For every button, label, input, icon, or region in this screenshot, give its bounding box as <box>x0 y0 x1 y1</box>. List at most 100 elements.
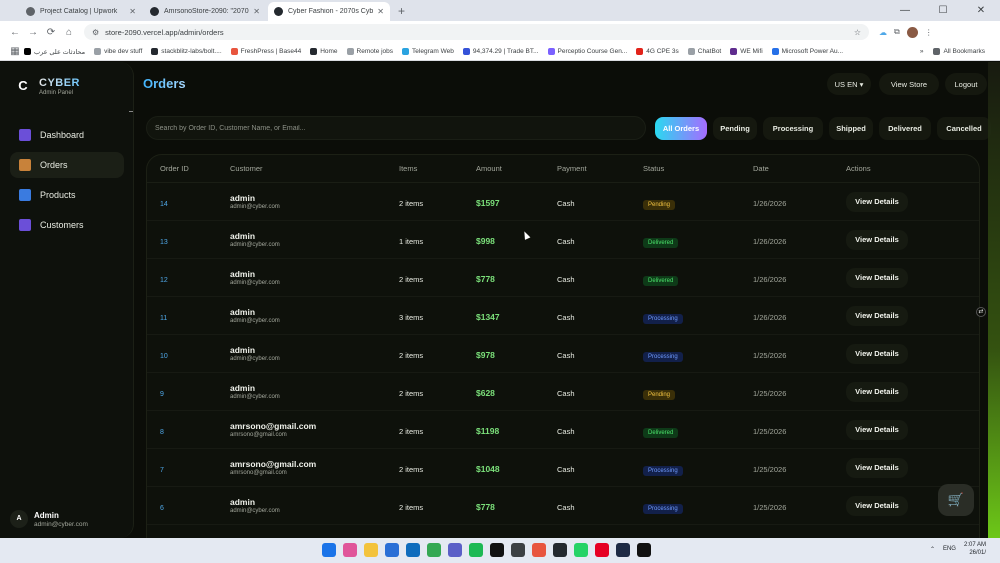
column-header[interactable]: Actions <box>846 164 966 173</box>
copilot-icon[interactable] <box>343 543 357 557</box>
view-details-button[interactable]: View Details <box>846 381 908 402</box>
brand[interactable]: C CYBER Admin Panel <box>13 76 80 96</box>
puzzle-extension-icon[interactable]: ⧉ <box>894 27 900 37</box>
filter-all-orders[interactable]: All Orders <box>655 117 707 140</box>
bookmark-item[interactable]: Telegram Web <box>402 48 454 55</box>
view-details-button[interactable]: View Details <box>846 495 908 516</box>
maximize-button[interactable]: ☐ <box>924 0 962 21</box>
bookmark-item[interactable]: Remote jobs <box>346 48 393 55</box>
view-details-button[interactable]: View Details <box>846 457 908 478</box>
order-id[interactable]: 14 <box>160 201 168 208</box>
column-header[interactable]: Status <box>643 164 753 173</box>
view-details-button[interactable]: View Details <box>846 191 908 212</box>
address-bar[interactable]: ⚙ store-2090.vercel.app/admin/orders ☆ <box>84 24 869 40</box>
bookmark-item[interactable]: Microsoft Power Au... <box>771 48 843 55</box>
filter-pending[interactable]: Pending <box>713 117 757 140</box>
outlook-icon[interactable] <box>406 543 420 557</box>
search-input[interactable] <box>155 124 645 132</box>
bookmark-item[interactable]: ChatBot <box>687 48 721 55</box>
filter-delivered[interactable]: Delivered <box>879 117 931 140</box>
tab-close-icon[interactable]: ✕ <box>253 7 260 16</box>
file-explorer-icon[interactable] <box>364 543 378 557</box>
order-id[interactable]: 7 <box>160 467 164 474</box>
pinterest-icon[interactable] <box>595 543 609 557</box>
sidebar-collapse-handle[interactable] <box>129 111 133 112</box>
browser-tab[interactable]: AmrsonoStore-2090: "2070s F ✕ <box>144 2 266 21</box>
back-icon[interactable]: ← <box>6 27 24 38</box>
column-header[interactable]: Customer <box>230 164 399 173</box>
github-icon[interactable] <box>553 543 567 557</box>
order-id[interactable]: 10 <box>160 353 168 360</box>
side-panel-handle-icon[interactable]: ⇄ <box>976 307 986 317</box>
language-indicator[interactable]: ENG <box>943 546 956 552</box>
view-details-button[interactable]: View Details <box>846 267 908 288</box>
scrollbar-track[interactable] <box>988 62 1000 538</box>
tiktok-icon[interactable] <box>637 543 651 557</box>
sidebar-item-orders[interactable]: Orders <box>10 152 124 178</box>
order-id[interactable]: 12 <box>160 277 168 284</box>
all-bookmarks-button[interactable]: All Bookmarks <box>933 48 985 55</box>
order-id[interactable]: 13 <box>160 239 168 246</box>
bookmark-item[interactable]: 4G CPE 3s <box>636 48 679 55</box>
close-window-button[interactable]: ✕ <box>962 0 1000 21</box>
profile-avatar[interactable] <box>906 26 918 38</box>
filter-shipped[interactable]: Shipped <box>829 117 873 140</box>
column-header[interactable]: Items <box>399 164 476 173</box>
sidebar-item-products[interactable]: Products <box>10 182 124 208</box>
column-header[interactable]: Payment <box>557 164 643 173</box>
tab-close-icon[interactable]: ✕ <box>129 7 136 16</box>
chrome-icon[interactable] <box>427 543 441 557</box>
column-header[interactable]: Amount <box>476 164 557 173</box>
home-icon[interactable]: ⌂ <box>60 27 78 38</box>
bookmark-item[interactable]: FreshPress | Base44 <box>230 48 301 55</box>
browser-tab[interactable]: Project Catalog | Upwork ✕ <box>20 2 142 21</box>
bookmark-item[interactable]: vibe dev stuff <box>94 48 142 55</box>
filter-cancelled[interactable]: Cancelled <box>937 117 991 140</box>
minimize-button[interactable]: — <box>886 0 924 21</box>
order-id[interactable]: 6 <box>160 505 164 512</box>
cart-button[interactable]: 🛒 <box>938 484 974 516</box>
cloud-extension-icon[interactable]: ☁ <box>879 28 887 37</box>
whatsapp-icon[interactable] <box>574 543 588 557</box>
user-profile[interactable]: A Admin admin@cyber.com <box>10 510 88 528</box>
view-details-button[interactable]: View Details <box>846 419 908 440</box>
windows-start-icon[interactable] <box>322 543 336 557</box>
view-details-button[interactable]: View Details <box>846 229 908 250</box>
forward-icon[interactable]: → <box>24 27 42 38</box>
site-info-icon[interactable]: ⚙ <box>92 28 99 37</box>
view-details-button[interactable]: View Details <box>846 343 908 364</box>
logout-button[interactable]: Logout <box>945 73 987 95</box>
teams-icon[interactable] <box>448 543 462 557</box>
new-tab-button[interactable]: + <box>392 2 411 21</box>
translate-icon[interactable] <box>511 543 525 557</box>
browser-tab[interactable]: Cyber Fashion - 2070s Cyberp✕ <box>268 2 390 21</box>
bookmark-item[interactable]: Home <box>310 48 338 55</box>
language-selector[interactable]: US EN ▾ <box>827 73 871 95</box>
bookmark-item[interactable]: Perceptio Course Gen... <box>547 48 627 55</box>
column-header[interactable]: Date <box>753 164 846 173</box>
terminal-icon[interactable] <box>616 543 630 557</box>
order-id[interactable]: 11 <box>160 315 167 322</box>
filter-processing[interactable]: Processing <box>763 117 823 140</box>
sidebar-item-customers[interactable]: Customers <box>10 212 124 238</box>
app-icon[interactable] <box>385 543 399 557</box>
sidebar-item-dashboard[interactable]: Dashboard <box>10 122 124 148</box>
reload-icon[interactable]: ⟳ <box>42 27 60 38</box>
tray-chevron-icon[interactable]: ⌃ <box>930 546 935 553</box>
bookmarks-overflow-button[interactable]: » <box>920 48 924 55</box>
apps-grid-icon[interactable]: ▦ <box>6 46 24 57</box>
browser-menu-icon[interactable]: ⋮ <box>925 28 933 37</box>
bookmark-item[interactable]: WE Mifi <box>730 48 763 55</box>
notion-icon[interactable] <box>490 543 504 557</box>
tab-close-icon[interactable]: ✕ <box>377 7 384 16</box>
media-icon[interactable] <box>532 543 546 557</box>
bookmark-item[interactable]: محادثات على عرب <box>24 48 85 56</box>
order-id[interactable]: 8 <box>160 429 164 436</box>
spotify-icon[interactable] <box>469 543 483 557</box>
bookmark-item[interactable]: 94,374.29 | Trade BT... <box>462 48 539 55</box>
bookmark-star-icon[interactable]: ☆ <box>854 28 861 37</box>
view-store-button[interactable]: View Store <box>879 73 939 95</box>
column-header[interactable]: Order ID <box>147 164 230 173</box>
bookmark-item[interactable]: stackblitz-labs/bolt.... <box>151 48 222 55</box>
clock[interactable]: 2:07 AM 26/01/ <box>964 541 986 557</box>
